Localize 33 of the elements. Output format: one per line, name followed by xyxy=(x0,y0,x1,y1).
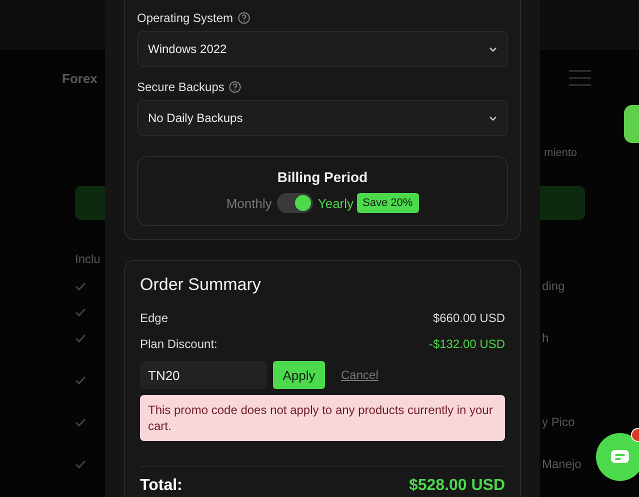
field-label: Operating System xyxy=(137,11,234,25)
line-label: Plan Discount: xyxy=(140,337,218,351)
period-label[interactable]: Monthly xyxy=(226,196,272,210)
includes-heading: Inclu xyxy=(74,251,102,266)
help-icon[interactable] xyxy=(229,81,242,93)
cancel-link[interactable]: Cancel xyxy=(341,368,378,382)
caret-icon xyxy=(489,46,497,52)
total-amount: $528.00 USD xyxy=(408,477,505,495)
apply-button[interactable]: Apply xyxy=(273,361,325,389)
line-amount: -$132.00 USD xyxy=(428,337,505,351)
feature-text: h xyxy=(542,331,549,345)
side-tab-icon[interactable] xyxy=(624,105,639,143)
billing-toggle[interactable] xyxy=(276,193,313,213)
feature-text: Manejo xyxy=(542,457,582,471)
feature-text: ding xyxy=(542,279,565,293)
line-amount: $660.00 USD xyxy=(432,311,505,325)
dropdown-field[interactable]: Windows 2022 xyxy=(137,31,508,67)
discount-badge: Save 20% xyxy=(356,193,419,213)
chat-button[interactable] xyxy=(596,433,639,481)
dropdown-field[interactable]: No Daily Backups xyxy=(137,100,508,136)
error-message: This promo code does not apply to any products currently in your cart. xyxy=(140,395,505,441)
help-icon[interactable] xyxy=(238,12,250,24)
total-label: Total: xyxy=(140,477,182,495)
feature-text: y Pico xyxy=(542,415,575,429)
billing-title: Billing Period xyxy=(277,169,368,185)
plan-text: miento xyxy=(544,146,578,161)
summary-title: Order Summary xyxy=(140,275,262,295)
caret-icon xyxy=(489,116,497,120)
field-label: Secure Backups xyxy=(137,80,224,94)
chat-icon xyxy=(610,449,630,465)
period-label[interactable]: Yearly xyxy=(318,196,354,210)
line-label: Edge xyxy=(140,311,168,325)
promo-code-field[interactable]: TN20 xyxy=(140,361,267,389)
